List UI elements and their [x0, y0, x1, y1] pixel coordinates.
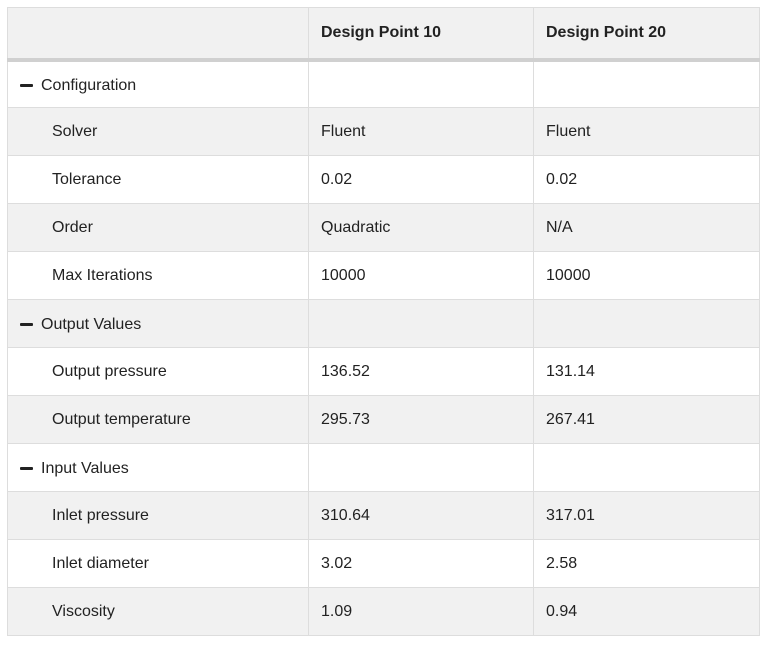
- row-label: Order: [7, 203, 309, 252]
- group-row-input-values[interactable]: Input Values: [7, 443, 760, 492]
- value-cell-design-point-10: Quadratic: [308, 203, 534, 252]
- value-cell-design-point-20: 317.01: [533, 491, 760, 540]
- group-label: Configuration: [41, 76, 137, 94]
- header-corner-cell: [7, 7, 309, 62]
- value-cell-design-point-20: Fluent: [533, 107, 760, 156]
- group-empty-cell: [308, 59, 534, 108]
- group-empty-cell: [533, 299, 760, 348]
- table-row: Order Quadratic N/A: [7, 203, 760, 252]
- row-label: Inlet pressure: [7, 491, 309, 540]
- group-label-cell[interactable]: Input Values: [7, 443, 309, 492]
- table-row: Viscosity 1.09 0.94: [7, 587, 760, 636]
- column-header-design-point-10[interactable]: Design Point 10: [308, 7, 534, 62]
- table-row: Inlet diameter 3.02 2.58: [7, 539, 760, 588]
- value-cell-design-point-10: 310.64: [308, 491, 534, 540]
- row-label: Viscosity: [7, 587, 309, 636]
- row-label: Output pressure: [7, 347, 309, 396]
- row-label: Tolerance: [7, 155, 309, 204]
- table-row: Tolerance 0.02 0.02: [7, 155, 760, 204]
- column-header-design-point-20[interactable]: Design Point 20: [533, 7, 760, 62]
- value-cell-design-point-10: 295.73: [308, 395, 534, 444]
- group-label: Output Values: [41, 315, 142, 333]
- table-header-row: Design Point 10 Design Point 20: [7, 7, 760, 62]
- design-point-comparison-table: Design Point 10 Design Point 20 Configur…: [7, 7, 760, 636]
- value-cell-design-point-20: 0.02: [533, 155, 760, 204]
- group-label: Input Values: [41, 459, 129, 477]
- value-cell-design-point-20: 10000: [533, 251, 760, 300]
- table-row: Max Iterations 10000 10000: [7, 251, 760, 300]
- group-row-configuration[interactable]: Configuration: [7, 59, 760, 108]
- group-empty-cell: [533, 59, 760, 108]
- table-row: Output pressure 136.52 131.14: [7, 347, 760, 396]
- value-cell-design-point-10: 3.02: [308, 539, 534, 588]
- row-label: Output temperature: [7, 395, 309, 444]
- row-label: Inlet diameter: [7, 539, 309, 588]
- collapse-toggle-output-values[interactable]: Output Values: [20, 316, 141, 334]
- group-label-cell[interactable]: Output Values: [7, 299, 309, 348]
- value-cell-design-point-20: 0.94: [533, 587, 760, 636]
- value-cell-design-point-10: 1.09: [308, 587, 534, 636]
- value-cell-design-point-20: 131.14: [533, 347, 760, 396]
- row-label: Max Iterations: [7, 251, 309, 300]
- row-label: Solver: [7, 107, 309, 156]
- table-row: Output temperature 295.73 267.41: [7, 395, 760, 444]
- group-empty-cell: [533, 443, 760, 492]
- minus-icon[interactable]: [20, 467, 33, 471]
- group-empty-cell: [308, 443, 534, 492]
- collapse-toggle-configuration[interactable]: Configuration: [20, 77, 136, 95]
- value-cell-design-point-10: 10000: [308, 251, 534, 300]
- value-cell-design-point-10: 0.02: [308, 155, 534, 204]
- minus-icon[interactable]: [20, 323, 33, 327]
- value-cell-design-point-20: 2.58: [533, 539, 760, 588]
- value-cell-design-point-10: 136.52: [308, 347, 534, 396]
- value-cell-design-point-10: Fluent: [308, 107, 534, 156]
- minus-icon[interactable]: [20, 84, 33, 87]
- value-cell-design-point-20: 267.41: [533, 395, 760, 444]
- table-row: Inlet pressure 310.64 317.01: [7, 491, 760, 540]
- table-row: Solver Fluent Fluent: [7, 107, 760, 156]
- value-cell-design-point-20: N/A: [533, 203, 760, 252]
- group-label-cell[interactable]: Configuration: [7, 59, 309, 108]
- collapse-toggle-input-values[interactable]: Input Values: [20, 460, 129, 478]
- group-row-output-values[interactable]: Output Values: [7, 299, 760, 348]
- group-empty-cell: [308, 299, 534, 348]
